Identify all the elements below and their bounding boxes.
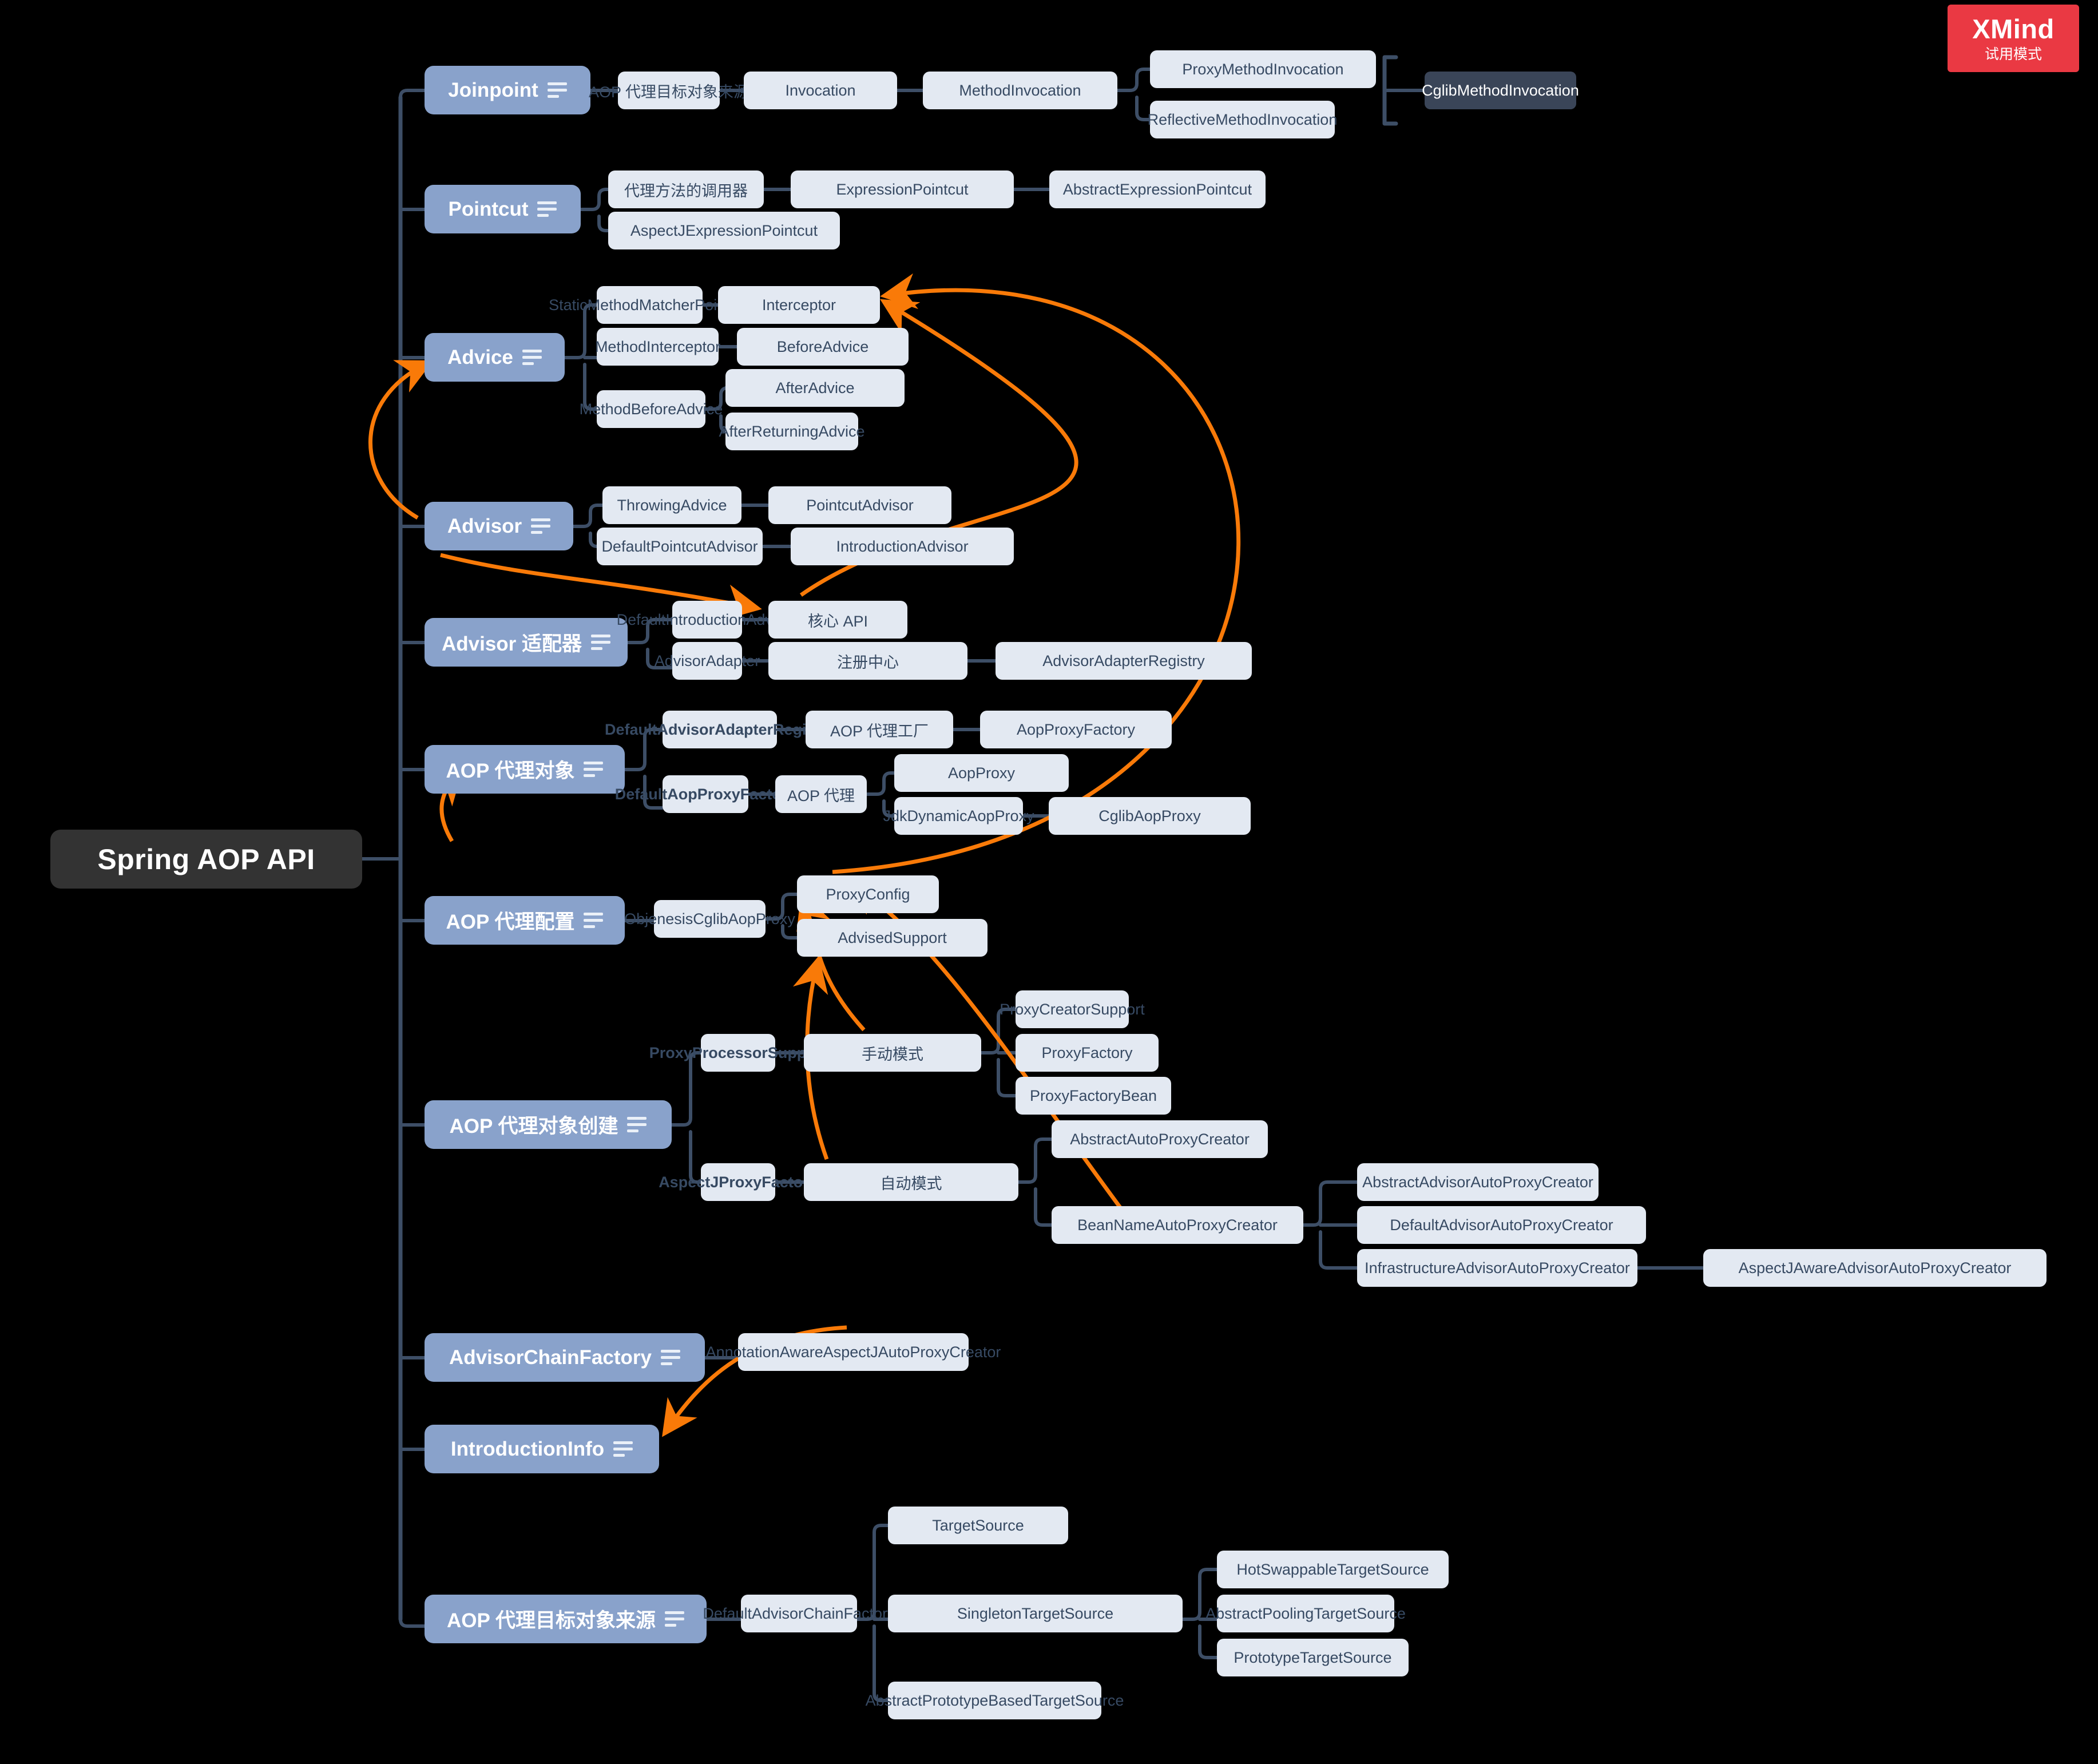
topic-abstract-pooling-target-source[interactable]: HotSwappableTargetSource — [1217, 1551, 1449, 1588]
notes-icon — [660, 1350, 680, 1365]
xmind-watermark: XMind 试用模式 — [1948, 5, 2079, 72]
topic-invocation[interactable]: AOP 代理目标对象来源 — [589, 72, 749, 109]
notes-icon — [547, 82, 567, 98]
topic-proxy-processor-support[interactable]: AdvisedSupport — [797, 919, 987, 957]
topic-aop-proxy-factory-label[interactable]: DefaultAdvisorAdapterRegistry — [605, 711, 835, 748]
branch-advisor-chain-label: AdvisorChainFactory — [449, 1346, 652, 1369]
branch-advisor-adapter-label: Advisor 适配器 — [441, 633, 582, 655]
topic-proxy-config[interactable]: ObjenesisCglibAopProxy — [624, 900, 795, 938]
notes-icon — [591, 635, 611, 650]
topic-method-invocation[interactable]: Invocation — [744, 72, 897, 109]
topic-annotation-aware-aspectj-auto-proxy-creator[interactable]: AspectJAwareAdvisorAutoProxyCreator — [1703, 1249, 2047, 1287]
branch-aop-proxy-create[interactable]: AOP 代理对象创建 — [425, 1100, 672, 1149]
topic-cglib-method-invocation[interactable]: ReflectiveMethodInvocation — [1148, 101, 1337, 138]
branch-pointcut-label: Pointcut — [448, 197, 529, 220]
notes-icon — [627, 1117, 647, 1132]
branch-aop-proxy-config-label: AOP 代理配置 — [446, 911, 575, 933]
branch-aop-target-source[interactable]: AOP 代理目标对象来源 — [425, 1595, 707, 1643]
branch-joinpoint[interactable]: Joinpoint — [425, 66, 590, 114]
topic-advisor-adapter-registry[interactable]: 注册中心 — [768, 642, 967, 680]
notes-icon — [531, 518, 551, 534]
topic-abstract-prototype-based-target-source[interactable]: SingletonTargetSource — [888, 1595, 1183, 1632]
branch-aop-proxy-config[interactable]: AOP 代理配置 — [425, 896, 625, 945]
topic-proxy-factory-bean[interactable]: ProxyFactory — [1016, 1034, 1159, 1072]
topic-aspectj-aware-advisor-auto-proxy-creator[interactable]: InfrastructureAdvisorAutoProxyCreator — [1357, 1249, 1637, 1287]
notes-icon — [537, 201, 557, 217]
branch-advice[interactable]: Advice — [425, 333, 565, 382]
topic-abstract-auto-proxy-creator[interactable]: 自动模式 — [804, 1163, 1018, 1201]
topic-proxy-factory[interactable]: ProxyCreatorSupport — [1000, 990, 1145, 1028]
topic-throwing-advice[interactable]: AfterReturningAdvice — [719, 413, 865, 450]
topic-auto-mode[interactable]: AspectJProxyFactory — [659, 1163, 818, 1201]
topic-infrastructure-advisor-auto-proxy-creator[interactable]: DefaultAdvisorAutoProxyCreator — [1357, 1206, 1646, 1244]
branch-advisor-adapter[interactable]: Advisor 适配器 — [425, 618, 628, 667]
topic-bean-name-auto-proxy-creator[interactable]: AbstractAutoProxyCreator — [1052, 1120, 1268, 1158]
topic-prototype-target-source[interactable]: AbstractPoolingTargetSource — [1205, 1595, 1406, 1632]
root-topic[interactable]: Spring AOP API — [50, 830, 362, 889]
topic-after-advice[interactable]: MethodBeforeAdvice — [580, 390, 723, 428]
topic-default-aop-proxy-factory[interactable]: AopProxyFactory — [980, 711, 1172, 748]
topic-method-before-advice[interactable]: BeforeAdvice — [737, 328, 909, 366]
notes-icon — [584, 913, 604, 928]
topic-default-introduction-advisor[interactable]: IntroductionAdvisor — [791, 528, 1014, 565]
topic-cglib-aop-proxy[interactable]: JdkDynamicAopProxy — [883, 797, 1034, 835]
topic-aspectj-proxy-factory[interactable]: ProxyFactoryBean — [1016, 1077, 1171, 1115]
topic-abstract-expression-pointcut[interactable]: ExpressionPointcut — [791, 171, 1014, 208]
topic-thread-local-target-source[interactable]: PrototypeTargetSource — [1217, 1639, 1409, 1676]
branch-aop-proxy-object-label: AOP 代理对象 — [446, 760, 575, 782]
notes-icon — [613, 1441, 633, 1457]
branch-joinpoint-label: Joinpoint — [448, 78, 538, 101]
topic-static-method-matcher-pointcut[interactable]: AspectJExpressionPointcut — [608, 212, 840, 249]
branch-aop-proxy-object[interactable]: AOP 代理对象 — [425, 745, 625, 794]
topic-manual-mode[interactable]: ProxyProcessorSupport — [649, 1034, 827, 1072]
topic-aop-proxy-factory[interactable]: AOP 代理工厂 — [806, 711, 953, 748]
topic-core-api[interactable]: DefaultIntroductionAdvisor — [617, 601, 798, 639]
branch-pointcut[interactable]: Pointcut — [425, 185, 581, 233]
notes-icon — [522, 350, 542, 365]
branch-aop-proxy-create-label: AOP 代理对象创建 — [449, 1115, 618, 1137]
topic-introduction-advisor[interactable]: DefaultPointcutAdvisor — [597, 528, 763, 565]
topic-aop-proxy-label[interactable]: DefaultAopProxyFactory — [615, 775, 796, 813]
notes-icon — [664, 1611, 684, 1627]
topic-aop-proxy[interactable]: AOP 代理 — [775, 775, 867, 813]
topic-singleton-target-source[interactable]: TargetSource — [888, 1507, 1068, 1544]
topic-interceptor[interactable]: StaticMethodMatcherPointcut — [549, 286, 751, 324]
topic-hot-swappable-target-source[interactable]: AbstractPrototypeBasedTargetSource — [866, 1682, 1124, 1719]
branch-advisor-label: Advisor — [447, 514, 522, 537]
branch-introduction-info[interactable]: IntroductionInfo — [425, 1425, 659, 1473]
topic-registry[interactable]: AdvisorAdapter — [655, 642, 760, 680]
topic-default-advisor-auto-proxy-creator[interactable]: AbstractAdvisorAutoProxyCreator — [1357, 1163, 1599, 1201]
xmind-trial-mode: 试用模式 — [1984, 46, 2042, 62]
branch-advisor-chain[interactable]: AdvisorChainFactory — [425, 1333, 705, 1382]
topic-method-interceptor[interactable]: Interceptor — [718, 286, 880, 324]
topic-advised-support[interactable]: ProxyConfig — [797, 875, 939, 913]
topic-default-pointcut-advisor[interactable]: PointcutAdvisor — [768, 486, 951, 524]
mindmap-canvas: Spring AOP API Joinpoint Pointcut Advice… — [0, 0, 2098, 1764]
topic-aspectj-expression-pointcut[interactable]: AbstractExpressionPointcut — [1049, 171, 1266, 208]
topic-after-returning-advice[interactable]: AfterAdvice — [725, 369, 905, 407]
branch-advice-label: Advice — [447, 346, 513, 368]
topic-target-source[interactable]: DefaultAdvisorChainFactory — [703, 1595, 895, 1632]
topic-reflective-method-invocation[interactable]: ProxyMethodInvocation — [1150, 50, 1376, 88]
notes-icon — [584, 762, 604, 777]
branch-aop-target-source-label: AOP 代理目标对象来源 — [447, 1610, 656, 1632]
topic-proxy-method-invocation[interactable]: MethodInvocation — [923, 72, 1117, 109]
topic-proxy-creator-support[interactable]: 手动模式 — [804, 1034, 981, 1072]
xmind-brand: XMind — [1972, 13, 2055, 44]
topic-pointcut-advisor[interactable]: ThrowingAdvice — [602, 486, 741, 524]
topic-advisor-adapter[interactable]: 核心 API — [768, 601, 907, 639]
topic-objenesis-cglib-aop-proxy[interactable]: CglibAopProxy — [1049, 797, 1251, 835]
topic-before-advice[interactable]: MethodInterceptor — [595, 328, 720, 366]
topic-expression-pointcut[interactable]: 代理方法的调用器 — [608, 171, 764, 208]
topic-default-advisor-chain-factory[interactable]: AnnotationAwareAspectJAutoProxyCreator — [706, 1333, 1001, 1371]
topic-abstract-advisor-auto-proxy-creator[interactable]: BeanNameAutoProxyCreator — [1052, 1206, 1303, 1244]
callout-proxy-method-invoker[interactable]: CglibMethodInvocation — [1422, 72, 1579, 109]
topic-default-advisor-adapter-registry[interactable]: AdvisorAdapterRegistry — [996, 642, 1252, 680]
rel-advisor-to-advice — [368, 360, 434, 520]
topic-jdk-dynamic-aop-proxy[interactable]: AopProxy — [894, 754, 1069, 792]
branch-advisor[interactable]: Advisor — [425, 502, 573, 550]
branch-introduction-info-label: IntroductionInfo — [450, 1437, 605, 1460]
